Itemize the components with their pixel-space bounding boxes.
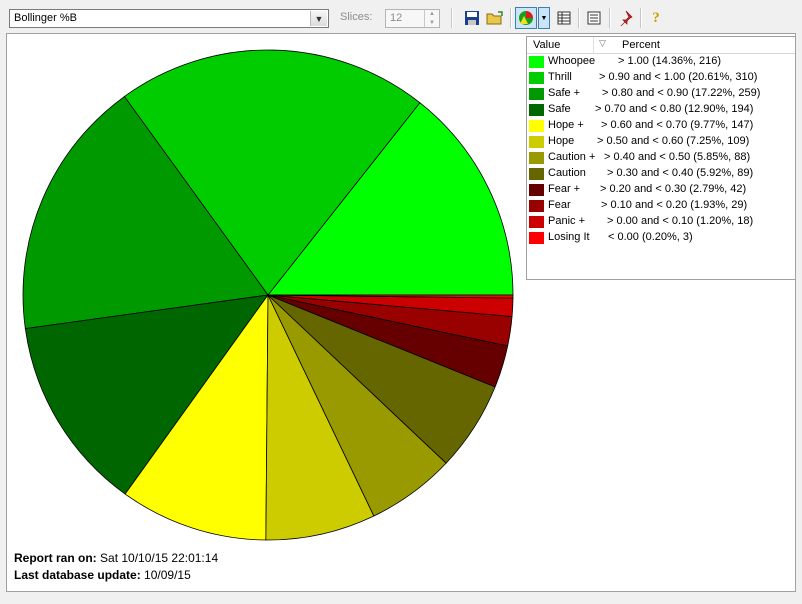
table-button[interactable] [553,7,575,29]
save-button[interactable] [461,7,483,29]
legend-percent: > 0.60 and < 0.70 (9.77%, 147) [601,119,754,131]
legend-label: Losing It [548,231,590,243]
legend-swatch [529,136,544,148]
pin-icon [620,10,633,26]
toolbar-separator [451,8,453,28]
legend-percent: > 0.80 and < 0.90 (17.22%, 259) [602,87,761,99]
spinner-arrows-icon[interactable]: ▲ ▼ [424,10,439,27]
legend-header-value[interactable]: Value [533,39,560,51]
legend-swatch [529,88,544,100]
report-ran-value: Sat 10/10/15 22:01:14 [100,551,219,565]
legend-label: Panic + [548,215,585,227]
help-icon: ? [652,9,660,26]
legend-label: Hope [548,135,575,147]
legend-row[interactable]: Safe > 0.70 and < 0.80 (12.90%, 194) [527,102,795,118]
sort-icon: ▽ [599,38,606,48]
legend-row[interactable]: Safe + > 0.80 and < 0.90 (17.22%, 259) [527,86,795,102]
legend-label: Caution + [548,151,596,163]
legend-row[interactable]: Caution + > 0.40 and < 0.50 (5.85%, 88) [527,150,795,166]
legend-swatch [529,200,544,212]
legend-label: Whoopee [548,55,596,67]
save-icon [465,11,479,25]
legend-percent: > 0.00 and < 0.10 (1.20%, 18) [607,215,754,227]
legend-swatch [529,232,544,244]
legend-label: Thrill [548,71,572,83]
legend-row[interactable]: Hope > 0.50 and < 0.60 (7.25%, 109) [527,134,795,150]
pin-button[interactable] [614,7,636,29]
legend-swatch [529,72,544,84]
last-update-line: Last database update: 10/09/15 [14,568,191,582]
legend-percent: < 0.00 (0.20%, 3) [608,231,693,243]
legend-percent: > 1.00 (14.36%, 216) [618,55,722,67]
report-ran-line: Report ran on: Sat 10/10/15 22:01:14 [14,551,218,565]
legend-row[interactable]: Thrill > 0.90 and < 1.00 (20.61%, 310) [527,70,795,86]
pie-chart-button[interactable] [515,7,537,29]
legend-swatch [529,184,544,196]
legend: Value ▽ Percent Whoopee > 1.00 (14.36%, 2… [526,36,796,280]
legend-row[interactable]: Fear + > 0.20 and < 0.30 (2.79%, 42) [527,182,795,198]
slices-value: 12 [390,12,403,24]
legend-label: Hope + [548,119,584,131]
legend-percent: > 0.20 and < 0.30 (2.79%, 42) [600,183,747,195]
chevron-down-icon[interactable]: ▼ [538,7,550,29]
legend-header: Value ▽ Percent [527,37,795,54]
toolbar-separator [510,8,512,28]
legend-label: Safe + [548,87,581,99]
list-button[interactable] [583,7,605,29]
legend-row[interactable]: Fear > 0.10 and < 0.20 (1.93%, 29) [527,198,795,214]
open-button[interactable] [484,7,506,29]
indicator-select[interactable]: Bollinger %B ▼ [9,9,329,28]
legend-percent: > 0.50 and < 0.60 (7.25%, 109) [597,135,750,147]
chart-panel: Value ▽ Percent Whoopee > 1.00 (14.36%, 2… [6,33,796,592]
chevron-down-icon[interactable]: ▼ [310,11,327,26]
legend-row[interactable]: Hope + > 0.60 and < 0.70 (9.77%, 147) [527,118,795,134]
slices-label: Slices: [340,11,373,23]
legend-swatch [529,216,544,228]
help-button[interactable]: ? [645,7,667,29]
pie-chart-icon [519,11,533,25]
legend-rows: Whoopee > 1.00 (14.36%, 216) Thrill > 0.90 … [527,54,795,246]
open-folder-icon [486,11,503,25]
column-divider [593,37,594,53]
legend-row[interactable]: Losing It < 0.00 (0.20%, 3) [527,230,795,246]
legend-swatch [529,152,544,164]
slices-spinner[interactable]: 12 ▲ ▼ [385,9,440,28]
legend-label: Fear [548,199,571,211]
toolbar-separator [609,8,611,28]
toolbar: Bollinger %B ▼ Slices: 12 ▲ ▼ ▼ ? [0,0,802,34]
legend-header-percent[interactable]: Percent [622,39,660,51]
legend-label: Caution [548,167,586,179]
legend-swatch [529,104,544,116]
legend-row[interactable]: Whoopee > 1.00 (14.36%, 216) [527,54,795,70]
legend-swatch [529,56,544,68]
legend-swatch [529,120,544,132]
legend-label: Fear + [548,183,581,195]
list-icon [587,11,601,25]
indicator-select-value: Bollinger %B [14,12,77,24]
legend-percent: > 0.40 and < 0.50 (5.85%, 88) [604,151,751,163]
legend-row[interactable]: Caution > 0.30 and < 0.40 (5.92%, 89) [527,166,795,182]
toolbar-separator [640,8,642,28]
report-ran-label: Report ran on: [14,551,97,565]
toolbar-separator [578,8,580,28]
legend-percent: > 0.70 and < 0.80 (12.90%, 194) [595,103,754,115]
last-update-value: 10/09/15 [144,568,191,582]
legend-percent: > 0.30 and < 0.40 (5.92%, 89) [607,167,754,179]
legend-label: Safe [548,103,571,115]
legend-percent: > 0.90 and < 1.00 (20.61%, 310) [599,71,758,83]
last-update-label: Last database update: [14,568,141,582]
table-icon [557,11,571,25]
legend-percent: > 0.10 and < 0.20 (1.93%, 29) [601,199,748,211]
legend-swatch [529,168,544,180]
legend-row[interactable]: Panic + > 0.00 and < 0.10 (1.20%, 18) [527,214,795,230]
